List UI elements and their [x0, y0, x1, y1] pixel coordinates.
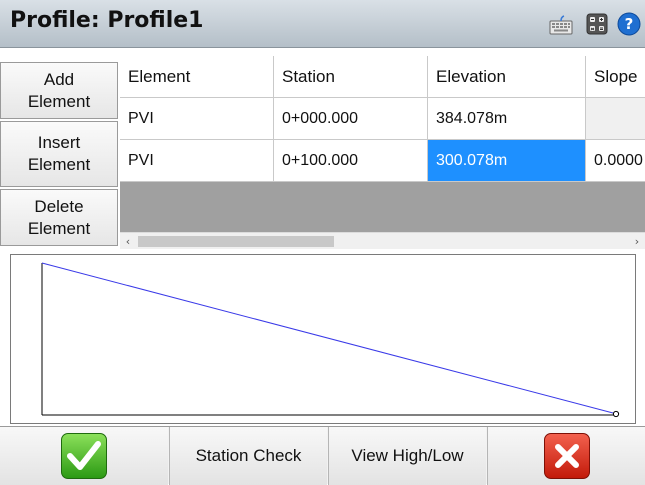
view-high-low-button[interactable]: View High/Low — [328, 427, 486, 485]
add-element-button[interactable]: Add Element — [0, 62, 118, 119]
column-header-elevation[interactable]: Elevation — [428, 56, 586, 98]
add-element-label-1: Add — [43, 69, 75, 89]
column-header-slope[interactable]: Slope — [586, 56, 645, 98]
element-table[interactable]: Element Station Elevation Slope PVI 0+00… — [120, 56, 645, 232]
add-element-label-2: Element — [27, 91, 91, 111]
profile-line — [41, 262, 614, 414]
column-header-station[interactable]: Station — [274, 56, 428, 98]
table-header-row: Element Station Elevation Slope — [120, 56, 645, 98]
bottom-bar: Station Check View High/Low — [0, 426, 645, 485]
scrollbar-thumb[interactable] — [138, 236, 334, 247]
svg-text:?: ? — [625, 15, 634, 33]
cell-slope — [586, 98, 645, 140]
cancel-button[interactable] — [487, 427, 645, 485]
title-bar: Profile: Profile1 ? — [0, 0, 645, 48]
help-icon[interactable]: ? — [617, 12, 641, 36]
accept-button[interactable] — [0, 427, 168, 485]
table-row[interactable]: PVI 0+100.000 300.078m 0.0000 — [120, 140, 645, 182]
insert-element-label-2: Element — [27, 155, 91, 174]
delete-element-label-1: Delete — [34, 196, 84, 216]
delete-element-button[interactable]: Delete Element — [0, 189, 118, 246]
cell-element[interactable]: PVI — [120, 140, 274, 182]
scroll-left-arrow-icon[interactable]: ‹ — [120, 233, 136, 250]
table-horizontal-scrollbar[interactable]: ‹ › — [120, 232, 645, 249]
window-title: Profile: Profile1 — [10, 8, 204, 33]
keyboard-icon[interactable] — [549, 12, 573, 36]
checkmark-icon — [61, 433, 107, 479]
delete-element-label-2: Element — [27, 218, 91, 238]
cell-station[interactable]: 0+100.000 — [274, 140, 428, 182]
column-header-element[interactable]: Element — [120, 56, 274, 98]
profile-plot — [10, 254, 636, 424]
pvi-end-marker — [612, 410, 620, 418]
cell-elevation-selected[interactable]: 300.078m — [428, 140, 586, 182]
scroll-right-arrow-icon[interactable]: › — [629, 233, 645, 250]
cell-elevation[interactable]: 384.078m — [428, 98, 586, 140]
profile-plot-svg — [41, 262, 620, 418]
calculator-icon[interactable] — [585, 12, 609, 36]
cell-element[interactable]: PVI — [120, 98, 274, 140]
cell-slope[interactable]: 0.0000 — [586, 140, 645, 182]
station-check-button[interactable]: Station Check — [169, 427, 327, 485]
insert-element-label-1: Insert — [37, 133, 81, 152]
close-icon — [543, 433, 590, 479]
cell-station[interactable]: 0+000.000 — [274, 98, 428, 140]
insert-element-button[interactable]: Insert Element — [0, 121, 118, 187]
table-row[interactable]: PVI 0+000.000 384.078m — [120, 98, 645, 140]
